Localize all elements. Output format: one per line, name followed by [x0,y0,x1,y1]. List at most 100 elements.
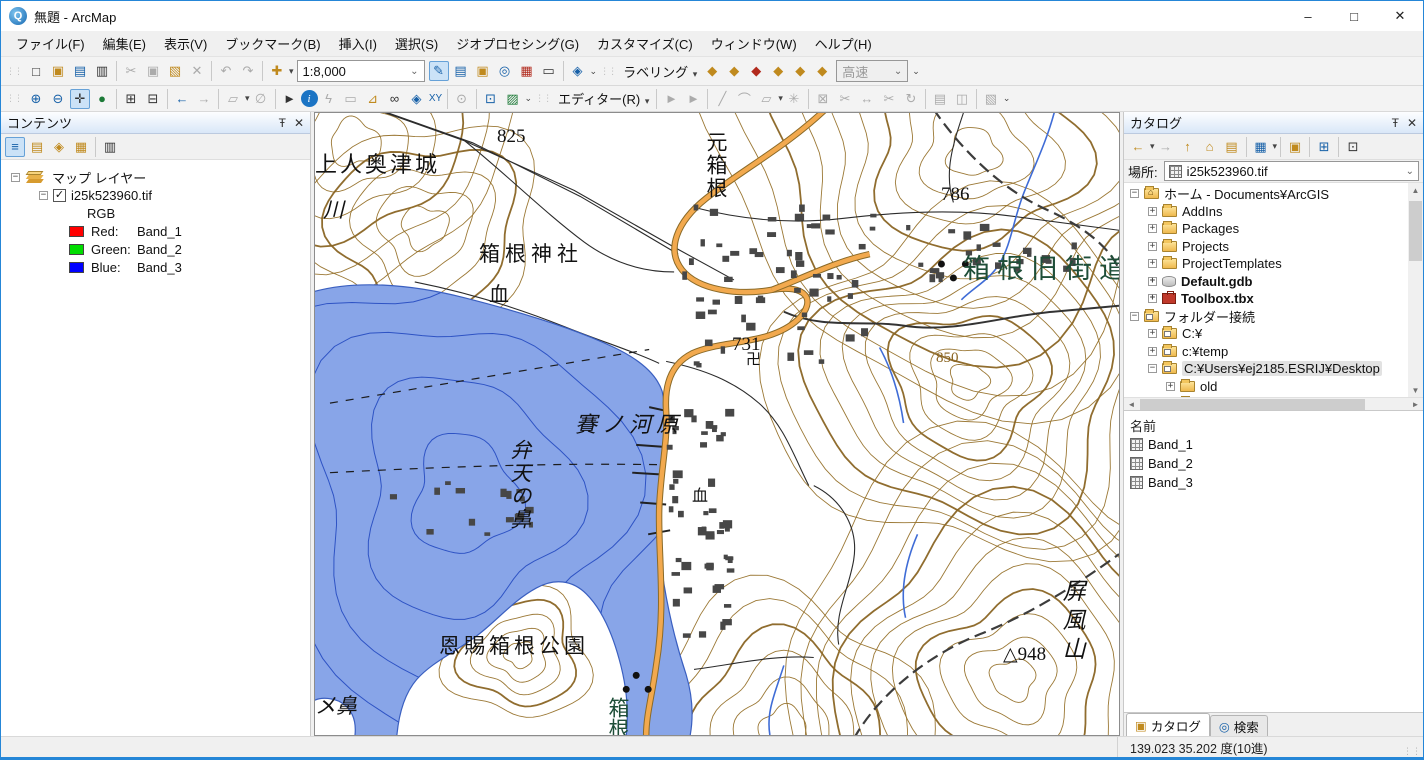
arctoolbox-button[interactable]: ▦ [517,61,537,81]
forward-extent-button[interactable]: → [194,89,214,109]
scroll-down-icon[interactable]: ▼ [1408,383,1423,397]
label-weight-button[interactable]: ◆ [746,61,766,81]
print-button[interactable]: ▥ [92,61,112,81]
new-map-button[interactable]: □ [26,61,46,81]
tab-catalog[interactable]: ▣ カタログ [1126,713,1210,736]
modelbuilder-button[interactable]: ◈ [568,61,588,81]
catalog-view-dropdown[interactable]: ▾ [1273,141,1278,152]
tree-item-ppt-template[interactable]: + ppt_tmplate_for_ej [1124,395,1423,397]
trace-dropdown[interactable]: ▾ [778,93,783,104]
label-manager-button[interactable]: ◆ [702,61,722,81]
copy-button[interactable]: ▣ [143,61,163,81]
scrollbar-thumb[interactable] [1409,201,1422,261]
delete-button[interactable]: ✕ [187,61,207,81]
map-scale-combo[interactable]: 1:8,000 ⌄ [297,60,425,82]
tree-item-toolbox[interactable]: + Toolbox.tbx [1124,290,1423,308]
toolbar-overflow[interactable]: ⌄ [590,66,598,77]
toolbar-overflow[interactable]: ⌄ [1003,93,1011,104]
tree-item-packages[interactable]: + Packages [1124,220,1423,238]
zoom-in-tool[interactable]: ⊕ [26,89,46,109]
tab-search[interactable]: ◎ 検索 [1210,715,1268,736]
scroll-left-icon[interactable]: ◄ [1124,400,1139,409]
editor-menu[interactable]: エディター(R) ▾ [554,89,653,108]
toc-group-layer[interactable]: − マップ レイヤー [11,168,310,186]
table-of-contents-button[interactable]: ▤ [451,61,471,81]
file-row-band1[interactable]: Band_1 [1130,435,1423,454]
hyperlink-tool[interactable]: ϟ [319,89,339,109]
sketch-properties-button[interactable]: ◫ [952,89,972,109]
menu-bookmarks[interactable]: ブックマーク(B) [216,30,329,57]
layer-visibility-checkbox[interactable]: ✓ [53,189,66,202]
edit-tool[interactable]: ► [661,89,681,109]
html-popup-tool[interactable]: ▭ [341,89,361,109]
time-slider-button[interactable]: ⊙ [452,89,472,109]
cut-polygons-tool[interactable]: ✂ [835,89,855,109]
add-folder-connection-button[interactable]: ▣ [1285,137,1305,157]
pause-labeling-button[interactable]: ◆ [790,61,810,81]
catalog-home-button[interactable]: ⌂ [1200,137,1220,157]
image-analysis-button[interactable]: ▨ [503,89,523,109]
python-window-button[interactable]: ▭ [539,61,559,81]
fixed-zoom-out-button[interactable]: ⊟ [143,89,163,109]
menu-help[interactable]: ヘルプ(H) [806,30,881,57]
catalog-window-button[interactable]: ▣ [473,61,493,81]
back-extent-button[interactable]: ← [172,89,192,109]
tree-item-projects[interactable]: + Projects [1124,238,1423,256]
menu-geoprocessing[interactable]: ジオプロセシング(G) [447,30,588,57]
scroll-up-icon[interactable]: ▲ [1408,183,1423,197]
menu-insert[interactable]: 挿入(I) [330,30,386,57]
menu-view[interactable]: 表示(V) [155,30,216,57]
save-button[interactable]: ▤ [70,61,90,81]
reshape-feature-tool[interactable]: ⊠ [813,89,833,109]
toc-layer-row[interactable]: − ✓ i25k523960.tif [11,186,310,204]
add-data-dropdown[interactable]: ▾ [289,66,294,77]
catalog-options-button[interactable]: ⊡ [1343,137,1363,157]
catalog-view-button[interactable]: ▦ [1251,137,1271,157]
open-button[interactable]: ▣ [48,61,68,81]
fixed-zoom-in-button[interactable]: ⊞ [121,89,141,109]
menu-selection[interactable]: 選択(S) [386,30,447,57]
pin-icon[interactable]: Ŧ [279,116,286,130]
menu-windows[interactable]: ウィンドウ(W) [702,30,806,57]
collapse-icon[interactable]: − [1130,312,1139,321]
tree-item-c-temp[interactable]: + c:¥temp [1124,343,1423,361]
toc-options-button[interactable]: ▥ [100,137,120,157]
tree-item-c-drive[interactable]: + C:¥ [1124,325,1423,343]
expand-icon[interactable]: + [1166,382,1175,391]
find-route-tool[interactable]: ◈ [407,89,427,109]
vertex-tool[interactable]: ✳ [784,89,804,109]
toolbar-grip[interactable]: ⋮⋮ [532,93,554,104]
create-features-button[interactable]: ▧ [981,89,1001,109]
close-icon[interactable]: ✕ [294,116,304,130]
tree-item-folder-connections[interactable]: − フォルダー接続 [1124,308,1423,326]
file-row-band2[interactable]: Band_2 [1130,454,1423,473]
tree-item-home[interactable]: − ホーム - Documents¥ArcGIS [1124,185,1423,203]
viewer-window-button[interactable]: ⊡ [481,89,501,109]
attributes-button[interactable]: ▤ [930,89,950,109]
menu-customize[interactable]: カスタマイズ(C) [588,30,702,57]
toolbar-grip[interactable]: ⋮⋮ [597,66,619,77]
catalog-back-button[interactable]: ← [1128,137,1148,157]
go-to-xy-tool[interactable]: XY [429,89,443,109]
add-data-button[interactable]: ✚ [267,61,287,81]
tree-item-old[interactable]: + old [1124,378,1423,396]
paste-button[interactable]: ▧ [165,61,185,81]
collapse-icon[interactable]: − [1148,364,1157,373]
catalog-tree-vscrollbar[interactable]: ▲ ▼ [1408,183,1423,397]
expand-icon[interactable]: + [1148,277,1157,286]
map-canvas[interactable]: 825 上人奥津城 川 元箱根 箱根神社 786 箱根旧街道 731 卍 850… [314,112,1120,736]
collapse-icon[interactable]: − [11,173,20,182]
file-row-band3[interactable]: Band_3 [1130,473,1423,492]
list-by-drawing-order-button[interactable]: ≡ [5,137,25,157]
cut-button[interactable]: ✂ [121,61,141,81]
file-list-header[interactable]: 名前 [1130,415,1423,435]
move-tool[interactable]: ↔ [857,89,877,109]
catalog-back-dropdown[interactable]: ▾ [1150,141,1155,152]
tree-item-projecttemplates[interactable]: + ProjectTemplates [1124,255,1423,273]
expand-icon[interactable]: + [1148,329,1157,338]
trace-tool[interactable]: ▱ [756,89,776,109]
scroll-right-icon[interactable]: ► [1408,400,1423,409]
arc-segment-tool[interactable]: ⌒ [734,89,754,109]
toolbar-overflow[interactable]: ⌄ [525,93,533,104]
label-priority-button[interactable]: ◆ [724,61,744,81]
